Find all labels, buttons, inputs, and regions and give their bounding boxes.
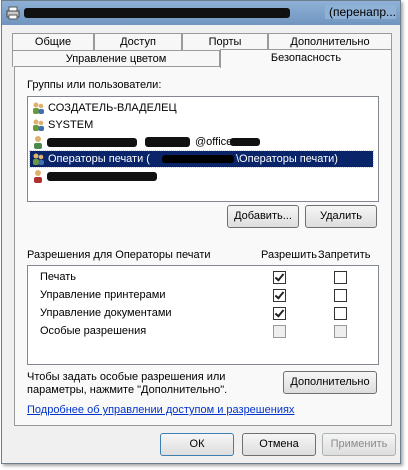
add-button[interactable]: Добавить... [227,205,299,228]
window-title: (перенапр... [325,5,396,19]
permission-name: Особые разрешения [40,325,147,337]
title-bar[interactable]: (перенапр... [2,1,400,25]
allow-checkbox-print[interactable] [273,271,286,284]
user-name: Операторы печати ( [48,153,150,165]
group-users-icon [33,153,44,165]
redacted-name [47,138,137,147]
allow-checkbox-special [273,325,286,338]
group-users-icon [33,119,44,131]
tab-ports[interactable]: Порты [182,33,268,50]
tab-advanced[interactable]: Дополнительно [268,33,392,50]
tab-sharing[interactable]: Доступ [94,33,182,50]
tab-color-management[interactable]: Управление цветом [12,50,220,67]
deny-checkbox-special [334,325,347,338]
cancel-button[interactable]: Отмена [242,433,316,456]
advanced-hint: Чтобы задать особые разрешения или парам… [27,371,228,396]
groups-label: Группы или пользователи: [27,79,162,91]
tab-security[interactable]: Безопасность [220,49,392,68]
help-link[interactable]: Подробнее об управлении доступом и разре… [27,404,294,416]
redacted-name [162,155,234,163]
permission-name: Управление документами [40,307,172,319]
printer-properties-window: (перенапр... Общие Доступ Порты Дополнит… [1,0,401,464]
deny-header: Запретить [318,249,371,261]
list-item[interactable]: @office [30,134,370,150]
apply-button[interactable]: Применить [322,433,396,456]
list-item[interactable]: SYSTEM [30,117,370,133]
remove-button[interactable]: Удалить [305,205,377,228]
tab-general[interactable]: Общие [12,33,94,50]
ok-button[interactable]: ОК [160,433,234,456]
allow-checkbox-manage-documents[interactable] [273,307,286,320]
deny-checkbox-manage-documents[interactable] [334,307,347,320]
advanced-button[interactable]: Дополнительно [283,371,377,394]
allow-checkbox-manage-printers[interactable] [273,289,286,302]
user-name-suffix: \Операторы печати) [236,153,338,165]
user-name: @office [195,136,233,148]
security-panel: Группы или пользователи: СОЗДАТЕЛЬ-ВЛАДЕ… [14,66,392,426]
deny-checkbox-print[interactable] [334,271,347,284]
users-list[interactable]: СОЗДАТЕЛЬ-ВЛАДЕЛЕЦ SYSTEM @office Операт… [27,96,379,202]
list-item-selected[interactable]: Операторы печати ( \Операторы печати) [29,150,374,168]
single-user-icon [34,136,42,149]
list-item[interactable]: СОЗДАТЕЛЬ-ВЛАДЕЛЕЦ [30,100,370,116]
list-item[interactable] [30,168,370,184]
redacted-name [145,137,190,147]
group-users-icon [33,102,44,114]
printer-icon [6,6,20,20]
redacted-title [24,8,290,18]
permission-name: Печать [40,271,77,283]
redacted-name [47,172,157,181]
deny-checkbox-manage-printers[interactable] [334,289,347,302]
permission-name: Управление принтерами [40,289,166,301]
permissions-list: Печать Управление принтерами Управление … [27,265,379,365]
single-user-icon [34,170,42,183]
permissions-label: Разрешения для Операторы печати [27,249,211,261]
user-name: СОЗДАТЕЛЬ-ВЛАДЕЛЕЦ [48,102,177,114]
allow-header: Разрешить [261,249,317,261]
user-name: SYSTEM [48,119,94,131]
redacted-name [230,138,260,146]
